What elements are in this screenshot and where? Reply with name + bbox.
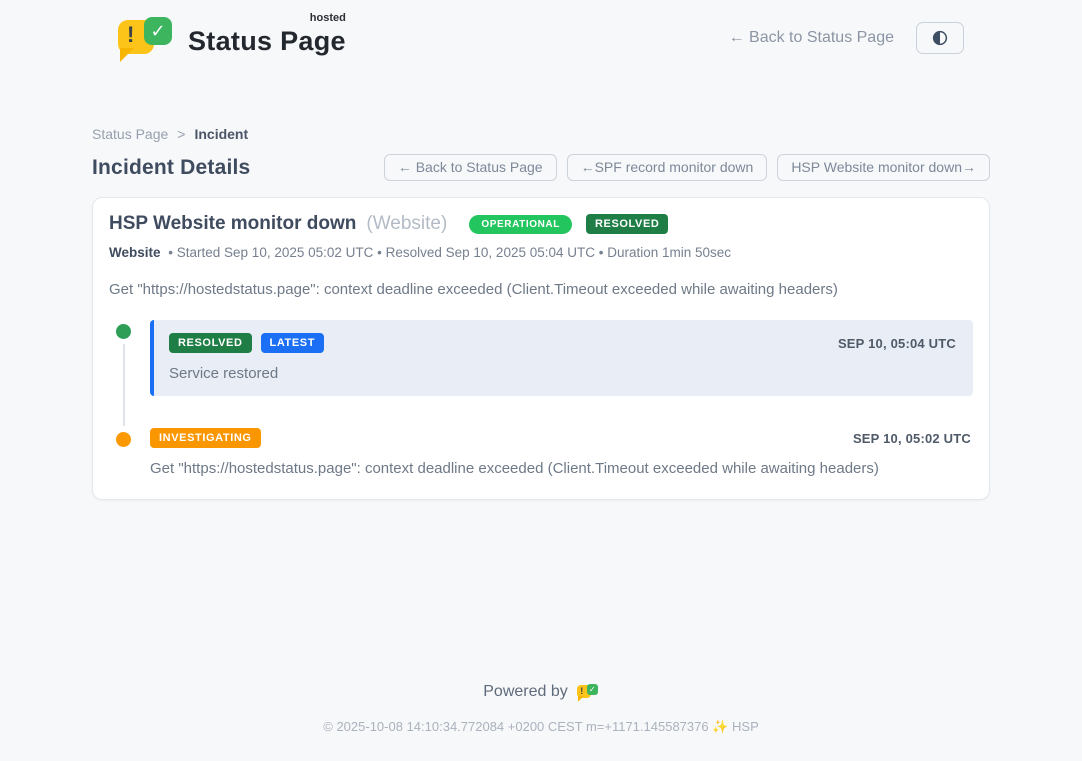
incident-meta-component: Website xyxy=(109,245,161,260)
breadcrumb-incident: Incident xyxy=(194,126,248,142)
timeline-timestamp: SEP 10, 05:02 UTC xyxy=(853,431,971,446)
brand-text: Status Page hosted xyxy=(188,14,346,57)
half-circle-contrast-icon xyxy=(931,29,949,47)
next-incident-button[interactable]: HSP Website monitor down→ xyxy=(777,154,990,181)
statuspage-logo-icon: ! ✓ xyxy=(118,14,176,62)
check-square-icon: ✓ xyxy=(144,17,172,45)
incident-description: Get "https://hostedstatus.page": context… xyxy=(109,281,973,298)
incident-nav-buttons: ← Back to Status Page ←SPF record monito… xyxy=(384,154,990,181)
incident-meta: Website • Started Sep 10, 2025 05:02 UTC… xyxy=(109,245,973,260)
operational-badge: OPERATIONAL xyxy=(469,215,572,234)
timeline-latest-badge: LATEST xyxy=(261,333,325,353)
incident-meta-details: • Started Sep 10, 2025 05:02 UTC • Resol… xyxy=(168,245,731,260)
incident-title: HSP Website monitor down xyxy=(109,213,356,235)
incident-timeline: RESOLVED LATEST SEP 10, 05:04 UTC Servic… xyxy=(109,320,973,477)
footer: Powered by ! ✓ © 2025-10-08 14:10:34.772… xyxy=(0,682,1082,761)
main-content: Status Page > Incident Incident Details … xyxy=(92,126,990,500)
back-to-status-page-link[interactable]: ← Back to Status Page xyxy=(729,29,894,47)
logo-speech-tail xyxy=(120,48,134,62)
statuspage-mini-logo-icon[interactable]: ! ✓ xyxy=(577,682,599,702)
timeline-investigating-badge: INVESTIGATING xyxy=(150,428,261,448)
timeline-timestamp: SEP 10, 05:04 UTC xyxy=(838,336,956,351)
powered-by-label: Powered by xyxy=(483,683,568,701)
previous-incident-button[interactable]: ←SPF record monitor down xyxy=(567,154,768,181)
timeline-highlight-box: RESOLVED LATEST SEP 10, 05:04 UTC Servic… xyxy=(150,320,973,396)
incident-title-row: HSP Website monitor down (Website) OPERA… xyxy=(109,213,973,235)
timeline-message: Service restored xyxy=(169,365,956,382)
incident-component: (Website) xyxy=(366,213,447,235)
timeline-entry-resolved: RESOLVED LATEST SEP 10, 05:04 UTC Servic… xyxy=(109,320,973,396)
timeline-resolved-badge: RESOLVED xyxy=(169,333,252,353)
timeline-message: Get "https://hostedstatus.page": context… xyxy=(150,460,971,477)
page: ! ✓ Status Page hosted ← Back to Status … xyxy=(0,0,1082,761)
timeline-rail xyxy=(109,320,150,396)
brand-logo[interactable]: ! ✓ Status Page hosted xyxy=(118,14,346,62)
exclamation-icon: ! xyxy=(127,24,134,46)
timeline-dot-investigating xyxy=(116,432,131,447)
back-to-status-page-button[interactable]: ← Back to Status Page xyxy=(384,154,557,181)
breadcrumb-separator: > xyxy=(177,126,185,142)
incident-card: HSP Website monitor down (Website) OPERA… xyxy=(92,197,990,500)
brand-name: Status Page xyxy=(188,26,346,56)
header-actions: ← Back to Status Page xyxy=(729,22,964,54)
breadcrumb-status-page[interactable]: Status Page xyxy=(92,126,168,142)
timeline-entry-investigating: INVESTIGATING SEP 10, 05:02 UTC Get "htt… xyxy=(109,428,973,477)
resolved-badge: RESOLVED xyxy=(586,214,669,234)
powered-by: Powered by ! ✓ xyxy=(483,682,599,702)
copyright-line: © 2025-10-08 14:10:34.772084 +0200 CEST … xyxy=(0,719,1082,761)
title-row: Incident Details ← Back to Status Page ←… xyxy=(92,154,990,181)
header: ! ✓ Status Page hosted ← Back to Status … xyxy=(92,0,990,62)
timeline-rail xyxy=(109,428,150,477)
page-title: Incident Details xyxy=(92,156,250,180)
breadcrumb: Status Page > Incident xyxy=(92,126,990,142)
timeline-dot-resolved xyxy=(116,324,131,339)
brand-superscript: hosted xyxy=(310,12,346,24)
theme-toggle-button[interactable] xyxy=(916,22,964,54)
